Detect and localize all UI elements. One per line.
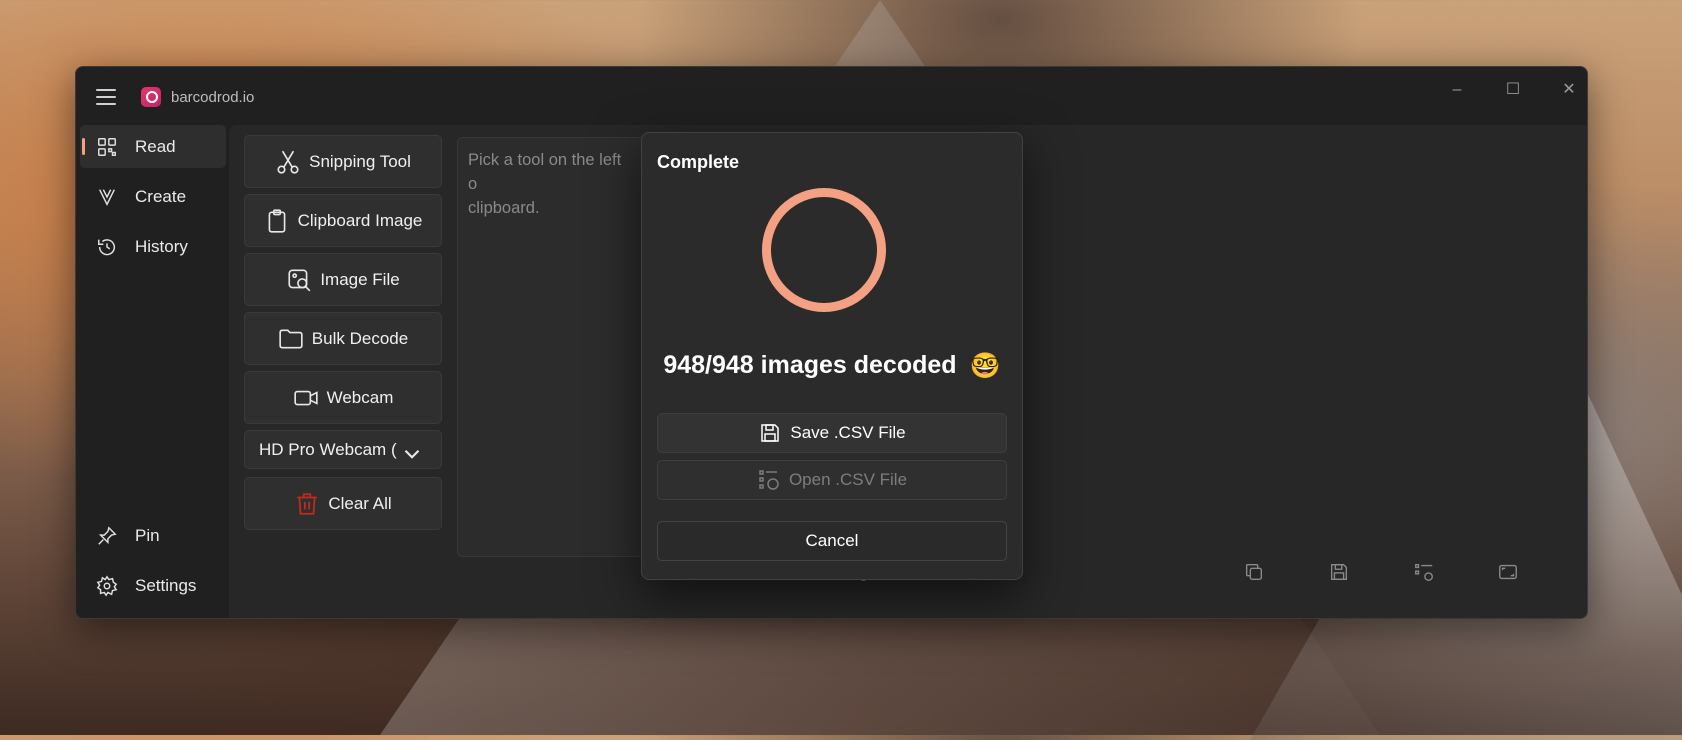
bulk-decode-button[interactable]: Bulk Decode <box>244 312 442 365</box>
image-file-button[interactable]: Image File <box>244 253 442 306</box>
qr-code-icon <box>98 138 116 156</box>
webcam-select[interactable]: HD Pro Webcam ( <box>244 430 442 469</box>
result-placeholder: Pick a tool on the left o clipboard. <box>468 151 622 217</box>
open-csv-label: Open .CSV File <box>788 470 908 489</box>
sidebar-item-pin[interactable]: Pin <box>80 514 226 557</box>
save-csv-label: Save .CSV File <box>790 423 906 442</box>
snipping-tool-button[interactable]: Snipping Tool <box>244 135 442 188</box>
webcam-label: Webcam <box>326 387 394 407</box>
webcam-select-value: HD Pro Webcam ( <box>259 439 397 459</box>
minimize-button[interactable]: – <box>1434 75 1480 105</box>
sidebar-item-create[interactable]: Create <box>80 175 226 218</box>
complete-dialog: Complete 948/948 images decoded 🤓 Save .… <box>641 132 1023 580</box>
gear-icon <box>96 575 118 597</box>
copy-icon-right[interactable] <box>1243 561 1265 583</box>
create-icon <box>99 189 115 206</box>
sidebar-item-label: Read <box>135 137 176 156</box>
clipboard-icon <box>268 208 286 233</box>
video-camera-icon <box>293 390 318 405</box>
nerd-face-emoji: 🤓 <box>969 351 1001 380</box>
scissors-icon <box>277 150 299 174</box>
save-icon-right[interactable] <box>1328 561 1350 583</box>
sidebar-item-settings[interactable]: Settings <box>80 564 226 607</box>
close-button[interactable]: ✕ <box>1546 75 1587 105</box>
image-file-label: Image File <box>320 269 400 289</box>
sidebar-item-label: Pin <box>135 526 160 545</box>
sidebar-item-history[interactable]: History <box>80 225 226 268</box>
hamburger-menu-icon[interactable] <box>96 89 116 105</box>
progress-ring <box>762 188 886 312</box>
sidebar-item-read[interactable]: Read <box>80 125 226 168</box>
chevron-down-icon <box>404 449 420 459</box>
history-icon <box>98 239 115 256</box>
save-csv-button[interactable]: Save .CSV File <box>657 413 1007 453</box>
decode-status-text: 948/948 images decoded <box>663 351 957 379</box>
bulk-decode-label: Bulk Decode <box>311 328 409 348</box>
cancel-button[interactable]: Cancel <box>657 521 1007 561</box>
save-icon <box>761 424 780 442</box>
fullscreen-icon[interactable] <box>1497 561 1519 583</box>
cancel-label: Cancel <box>805 531 859 550</box>
sidebar-nav: Read Create History Pin Settings <box>76 125 228 618</box>
app-logo-icon <box>141 87 161 107</box>
decode-status: 948/948 images decoded 🤓 <box>642 351 1022 381</box>
clipboard-image-button[interactable]: Clipboard Image <box>244 194 442 247</box>
app-title: barcodrod.io <box>171 89 255 106</box>
sidebar-item-label: Settings <box>135 576 197 595</box>
trash-icon <box>297 492 318 515</box>
dialog-title: Complete <box>657 152 740 172</box>
maximize-button[interactable]: ☐ <box>1490 75 1536 105</box>
pin-icon <box>98 526 117 545</box>
open-csv-button[interactable]: Open .CSV File <box>657 460 1007 500</box>
folder-icon <box>279 329 303 348</box>
title-bar: barcodrod.io – ☐ ✕ <box>76 67 1587 125</box>
list-export-icon-right[interactable] <box>1413 561 1435 583</box>
sidebar-item-label: Create <box>135 187 187 206</box>
result-text-area[interactable]: Pick a tool on the left o clipboard. <box>457 137 645 557</box>
snipping-tool-label: Snipping Tool <box>309 151 411 171</box>
image-search-icon <box>288 268 311 291</box>
webcam-button[interactable]: Webcam <box>244 371 442 424</box>
sidebar-item-label: History <box>135 237 188 256</box>
clipboard-image-label: Clipboard Image <box>297 210 423 230</box>
clear-all-label: Clear All <box>328 493 392 513</box>
clear-all-button[interactable]: Clear All <box>244 477 442 530</box>
list-open-icon <box>759 470 779 490</box>
